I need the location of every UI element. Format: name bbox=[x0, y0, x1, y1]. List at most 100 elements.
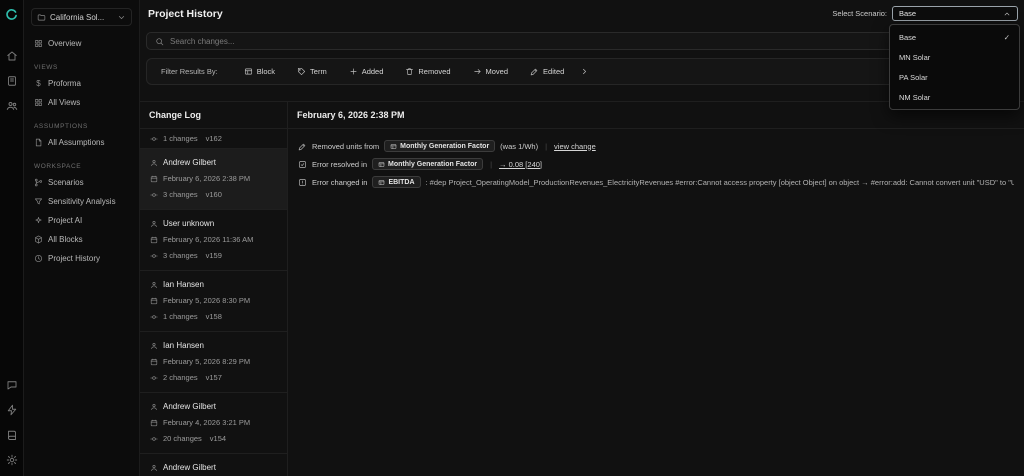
sidebar-item-overview[interactable]: Overview bbox=[31, 34, 132, 53]
change-log-entries: 1 changes v162 Andrew Gilbert February 6… bbox=[140, 129, 287, 476]
change-log-entry-partial-top[interactable]: 1 changes v162 bbox=[140, 129, 287, 149]
entry-author-line: Ian Hansen bbox=[150, 279, 277, 290]
scenario-option-pa-solar[interactable]: PA Solar bbox=[890, 67, 1019, 87]
filter-button-label: Block bbox=[256, 67, 276, 76]
filter-bar: Filter Results By: Block Term Added Remo… bbox=[146, 58, 1018, 85]
scenario-option-base[interactable]: Base ✓ bbox=[890, 27, 1019, 47]
gear-icon[interactable] bbox=[6, 454, 18, 466]
change-log-entry[interactable]: Andrew Gilbert February 4, 2026 3:21 PM … bbox=[140, 393, 287, 454]
entry-date-line: February 5, 2026 8:30 PM bbox=[150, 295, 277, 306]
filter-button-edited[interactable]: Edited bbox=[530, 67, 564, 76]
scenario-option-mn-solar[interactable]: MN Solar bbox=[890, 47, 1019, 67]
filter-button-removed[interactable]: Removed bbox=[405, 67, 451, 76]
scenario-control: Select Scenario: Base bbox=[832, 6, 1018, 21]
scenario-option-label: PA Solar bbox=[899, 72, 928, 82]
pencil-icon bbox=[298, 142, 307, 151]
filters-more-chevron-icon[interactable] bbox=[580, 67, 589, 76]
scenario-selected-value: Base bbox=[899, 9, 917, 18]
entry-changes-count: 1 changes bbox=[163, 134, 198, 143]
filter-button-term[interactable]: Term bbox=[297, 67, 327, 76]
view-change-link[interactable]: view change bbox=[554, 142, 596, 151]
block-chip[interactable]: Monthly Generation Factor bbox=[384, 140, 496, 152]
users-icon[interactable] bbox=[6, 100, 18, 112]
sidebar-item-all-blocks[interactable]: All Blocks bbox=[31, 230, 132, 249]
cube-icon bbox=[34, 235, 43, 244]
separator: | bbox=[490, 159, 493, 169]
filter-button-block[interactable]: Block bbox=[244, 67, 275, 76]
filter-label: Filter Results By: bbox=[161, 67, 218, 76]
change-log-title: Change Log bbox=[140, 102, 287, 129]
commit-icon bbox=[150, 191, 158, 199]
zap-icon[interactable] bbox=[6, 404, 18, 416]
entry-author-line: Andrew Gilbert bbox=[150, 401, 277, 412]
sidebar-item-sensitivity-analysis[interactable]: Sensitivity Analysis bbox=[31, 192, 132, 211]
block-chip[interactable]: EBITDA bbox=[372, 176, 421, 188]
entry-version: v158 bbox=[205, 312, 222, 321]
change-log-entry-partial-bottom[interactable]: Andrew Gilbert bbox=[140, 454, 287, 476]
change-log-entry[interactable]: Ian Hansen February 5, 2026 8:29 PM 2 ch… bbox=[140, 332, 287, 393]
block-chip-label: Monthly Generation Factor bbox=[400, 142, 490, 150]
person-icon bbox=[150, 220, 158, 228]
change-detail-rows: Removed units from Monthly Generation Fa… bbox=[288, 129, 1024, 191]
entry-author: Ian Hansen bbox=[163, 341, 204, 350]
filter-button-label: Removed bbox=[418, 67, 451, 76]
notebook-icon[interactable] bbox=[6, 75, 18, 87]
rail-top-group bbox=[5, 8, 18, 112]
scenario-option-nm-solar[interactable]: NM Solar bbox=[890, 87, 1019, 107]
entry-date-line: February 5, 2026 8:29 PM bbox=[150, 356, 277, 367]
section-title-views: VIEWS bbox=[34, 64, 58, 71]
sidebar-item-all-views[interactable]: All Views bbox=[31, 93, 132, 112]
block-icon bbox=[244, 67, 253, 76]
block-chip[interactable]: Monthly Generation Factor bbox=[372, 158, 484, 170]
book-icon[interactable] bbox=[6, 429, 18, 441]
block-icon bbox=[378, 179, 385, 186]
entry-changes-line: 2 changes v157 bbox=[150, 372, 277, 383]
filter-button-label: Edited bbox=[543, 67, 565, 76]
sidebar: California Sol... Overview VIEWS $ Profo… bbox=[24, 0, 140, 476]
app-root: California Sol... Overview VIEWS $ Profo… bbox=[0, 0, 1024, 476]
tag-icon bbox=[297, 67, 306, 76]
grid-icon bbox=[34, 98, 43, 107]
entry-author: Andrew Gilbert bbox=[163, 402, 216, 411]
scenario-select[interactable]: Base bbox=[892, 6, 1018, 21]
search-box[interactable] bbox=[146, 32, 1018, 50]
home-icon[interactable] bbox=[6, 50, 18, 62]
project-switcher[interactable]: California Sol... bbox=[31, 8, 132, 26]
entry-author: Andrew Gilbert bbox=[163, 158, 216, 167]
change-log-entry[interactable]: Andrew Gilbert February 6, 2026 2:38 PM … bbox=[140, 149, 287, 210]
sidebar-item-label: All Views bbox=[48, 98, 81, 107]
calendar-icon bbox=[150, 419, 158, 427]
alert-square-icon bbox=[298, 178, 307, 187]
change-log-entry[interactable]: Ian Hansen February 5, 2026 8:30 PM 1 ch… bbox=[140, 271, 287, 332]
commit-icon bbox=[150, 313, 158, 321]
value-change-link[interactable]: → 0.08 [240] bbox=[499, 160, 542, 169]
sidebar-item-label: Scenarios bbox=[48, 178, 84, 187]
filter-button-moved[interactable]: Moved bbox=[473, 67, 509, 76]
entry-author-line: Andrew Gilbert bbox=[150, 462, 277, 473]
check-icon: ✓ bbox=[1003, 32, 1010, 42]
entry-author: User unknown bbox=[163, 219, 215, 228]
scenario-label: Select Scenario: bbox=[832, 9, 887, 18]
chat-icon[interactable] bbox=[6, 379, 18, 391]
sidebar-item-project-ai[interactable]: Project AI bbox=[31, 211, 132, 230]
calendar-icon bbox=[150, 297, 158, 305]
sidebar-item-label: Project AI bbox=[48, 216, 83, 225]
sidebar-item-scenarios[interactable]: Scenarios bbox=[31, 173, 132, 192]
filter-button-added[interactable]: Added bbox=[349, 67, 383, 76]
calendar-icon bbox=[150, 358, 158, 366]
trash-icon bbox=[405, 67, 414, 76]
sidebar-item-project-history[interactable]: Project History bbox=[31, 249, 132, 268]
entry-date: February 5, 2026 8:30 PM bbox=[163, 296, 251, 305]
app-logo-icon[interactable] bbox=[5, 8, 18, 21]
entry-author-line: User unknown bbox=[150, 218, 277, 229]
sidebar-item-proforma[interactable]: $ Proforma bbox=[31, 74, 132, 93]
folder-icon bbox=[37, 13, 46, 22]
entry-version: v162 bbox=[205, 134, 222, 143]
entry-version: v159 bbox=[205, 251, 222, 260]
filter-button-label: Moved bbox=[485, 67, 509, 76]
error-detail-text: : #dep Project_OperatingModel_Production… bbox=[425, 177, 1014, 187]
sidebar-item-all-assumptions[interactable]: All Assumptions bbox=[31, 133, 132, 152]
change-log-entry[interactable]: User unknown February 6, 2026 11:36 AM 3… bbox=[140, 210, 287, 271]
search-input[interactable] bbox=[170, 36, 1009, 46]
change-action: Removed units from bbox=[312, 141, 380, 151]
